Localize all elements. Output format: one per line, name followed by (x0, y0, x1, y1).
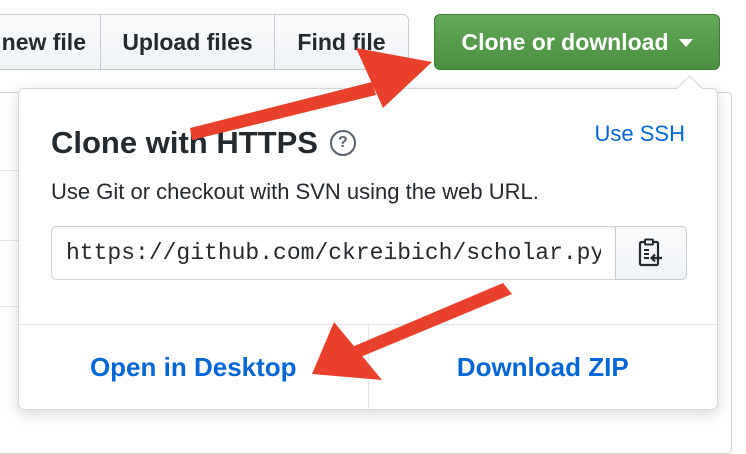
upload-files-button[interactable]: Upload files (100, 14, 275, 70)
clone-dropdown: Clone with HTTPS ? Use SSH Use Git or ch… (18, 75, 718, 410)
dropdown-pointer (676, 75, 703, 102)
find-file-button[interactable]: Find file (274, 14, 409, 70)
clone-or-download-label: Clone or download (461, 28, 669, 55)
dropdown-footer: Open in Desktop Download ZIP (19, 324, 717, 409)
question-circle-icon[interactable]: ? (329, 130, 356, 156)
create-new-file-button[interactable]: new file (0, 14, 101, 70)
file-actions-group: new file Upload files Find file (0, 14, 409, 70)
clone-url-input[interactable] (51, 226, 616, 280)
open-in-desktop-link[interactable]: Open in Desktop (19, 325, 369, 409)
copy-url-button[interactable] (615, 226, 687, 280)
caret-down-icon (678, 39, 693, 47)
clone-title: Clone with HTTPS ? (51, 125, 356, 161)
clipboard-icon (638, 238, 662, 267)
clone-or-download-button[interactable]: Clone or download (434, 14, 720, 70)
download-zip-link[interactable]: Download ZIP (369, 325, 718, 409)
use-ssh-link[interactable]: Use SSH (595, 121, 685, 147)
clone-title-text: Clone with HTTPS (51, 125, 318, 160)
clone-url-group (51, 226, 687, 280)
clone-description: Use Git or checkout with SVN using the w… (51, 179, 539, 204)
